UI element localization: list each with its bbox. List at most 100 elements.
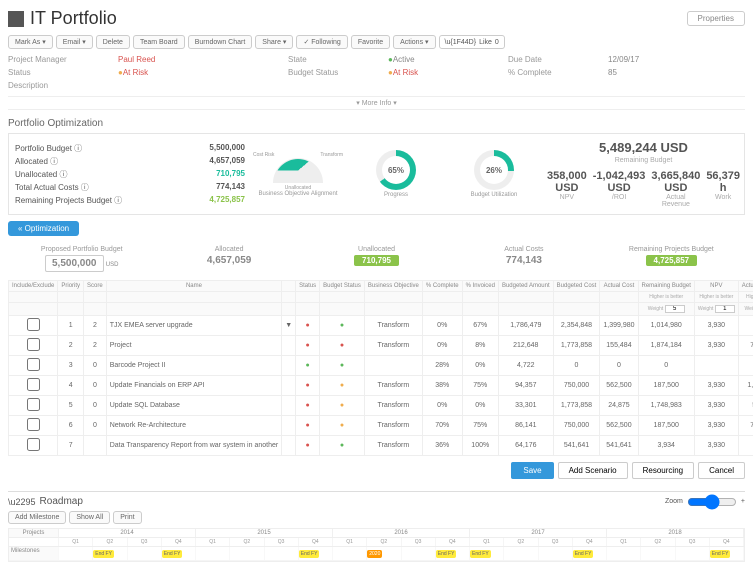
team-board-button[interactable]: Team Board [133,35,185,49]
page-title: IT Portfolio [8,8,117,29]
project-name[interactable]: TJX EMEA server upgrade [106,316,281,336]
status-dot: ● [306,422,310,429]
utilization-donut: 26% Budget Utilization [449,150,539,198]
project-name[interactable]: Data Transparency Report from war system… [106,436,281,456]
include-checkbox[interactable] [27,418,40,431]
print-button[interactable]: Print [113,511,141,524]
weight-input[interactable] [715,305,735,313]
milestone-marker[interactable]: 2020 [367,550,382,558]
project-name[interactable]: Update Financials on ERP API [106,376,281,396]
milestone-marker[interactable]: End FY [299,550,320,558]
kpi-value: 56,379 h [706,170,740,194]
milestone-marker[interactable]: End FY [93,550,114,558]
status-dot: ● [306,362,310,369]
kpi-value: 358,000 USD [547,170,587,194]
budget-value: 774,143 [216,182,245,193]
mark-as-button[interactable]: Mark As ▾ [8,35,53,49]
state-value: Active [388,55,488,64]
status-label: Status [8,68,98,77]
budget-label: Remaining Projects Budget ⓘ [15,195,122,206]
project-name[interactable]: Network Re-Architecture [106,416,281,436]
include-checkbox[interactable] [27,438,40,451]
budget-list: Portfolio Budget ⓘ5,500,000Allocated ⓘ4,… [15,142,245,207]
due-value: 12/09/17 [608,55,688,64]
include-checkbox[interactable] [27,318,40,331]
table-row[interactable]: 40 Update Financials on ERP API ● ● Tran… [9,376,753,396]
following-button[interactable]: ✓ Following [296,35,347,49]
milestone-marker[interactable]: End FY [162,550,183,558]
actions-button[interactable]: Actions ▾ [393,35,435,49]
complete-label: % Complete [508,68,588,77]
progress-donut: 65% Progress [351,150,441,198]
budget-status-label: Budget Status [288,68,368,77]
summary-badge: 710,795 [354,255,399,266]
include-checkbox[interactable] [27,338,40,351]
state-label: State [288,55,368,64]
table-row[interactable]: 60 Network Re-Architecture ● ● Transform… [9,416,753,436]
desc-label: Description [8,81,98,90]
summary-badge: 4,725,857 [646,255,698,266]
show-all-button[interactable]: Show All [69,511,110,524]
summary-row: Proposed Portfolio Budget5,500,000 USDAl… [8,242,745,276]
alignment-gauge: Cost RiskTransform Unallocated Business … [253,152,343,197]
include-checkbox[interactable] [27,398,40,411]
status-dot: ● [306,322,310,329]
include-checkbox[interactable] [27,378,40,391]
burndown-button[interactable]: Burndown Chart [188,35,253,49]
optimization-button[interactable]: « Optimization [8,221,79,236]
section-title: Portfolio Optimization [8,118,745,129]
budget-status-dot: ● [340,322,344,329]
budget-status-dot: ● [340,382,344,389]
budget-status-dot: ● [340,362,344,369]
milestone-marker[interactable]: End FY [436,550,457,558]
delete-button[interactable]: Delete [96,35,130,49]
cancel-button[interactable]: Cancel [698,462,745,479]
budget-value: 710,795 [216,169,245,180]
weight-input[interactable] [665,305,685,313]
budget-status-value: At Risk [388,68,488,77]
kpi-remaining-budget: 5,489,244 USD [547,140,740,155]
share-button[interactable]: Share ▾ [255,35,293,49]
table-row[interactable]: 22 Project ● ● Transform0%8%212,6481,773… [9,336,753,356]
project-name[interactable]: Project [106,336,281,356]
favorite-button[interactable]: Favorite [351,35,390,49]
projects-table: Include/ExcludePriorityScoreNameStatusBu… [8,280,753,456]
table-row[interactable]: 7 Data Transparency Report from war syst… [9,436,753,456]
budget-status-dot: ● [340,342,344,349]
table-row[interactable]: 12 TJX EMEA server upgrade ▼ ● ● Transfo… [9,316,753,336]
portfolio-icon [8,11,24,27]
add-milestone-button[interactable]: Add Milestone [8,511,66,524]
budget-value: 4,725,857 [209,195,245,206]
kpi-value: 3,665,840 USD [651,170,700,194]
milestone-marker[interactable]: End FY [710,550,731,558]
email-button[interactable]: Email ▾ [56,35,93,49]
budget-status-dot: ● [340,402,344,409]
status-dot: ● [306,442,310,449]
table-row[interactable]: 30 Barcode Project II ● ● 28%0%4,7220006… [9,356,753,376]
status-dot: ● [306,402,310,409]
timeline: Projects20142015201620172018 Q1Q2Q3Q4Q1Q… [8,528,745,562]
budget-label: Portfolio Budget ⓘ [15,143,82,154]
save-button[interactable]: Save [511,462,553,479]
status-dot: ● [306,382,310,389]
budget-label: Allocated ⓘ [15,156,58,167]
project-name[interactable]: Barcode Project II [106,356,281,376]
budget-status-dot: ● [340,422,344,429]
pm-value[interactable]: Paul Reed [118,55,268,64]
optimization-panel: Portfolio Budget ⓘ5,500,000Allocated ⓘ4,… [8,133,745,215]
pm-label: Project Manager [8,55,98,64]
table-row[interactable]: 50 Update SQL Database ● ● Transform0%0%… [9,396,753,416]
add-scenario-button[interactable]: Add Scenario [558,462,628,479]
status-dot: ● [306,342,310,349]
status-value: At Risk [118,68,268,77]
resourcing-button[interactable]: Resourcing [632,462,694,479]
properties-button[interactable]: Properties [687,11,745,26]
project-name[interactable]: Update SQL Database [106,396,281,416]
milestone-marker[interactable]: End FY [470,550,491,558]
include-checkbox[interactable] [27,358,40,371]
more-info-toggle[interactable]: ▾ More Info ▾ [8,96,745,110]
milestone-marker[interactable]: End FY [573,550,594,558]
budget-status-dot: ● [340,442,344,449]
like-button[interactable]: \u{1F44D} Like 0 [439,35,505,49]
budget-input[interactable]: 5,500,000 [45,255,104,272]
